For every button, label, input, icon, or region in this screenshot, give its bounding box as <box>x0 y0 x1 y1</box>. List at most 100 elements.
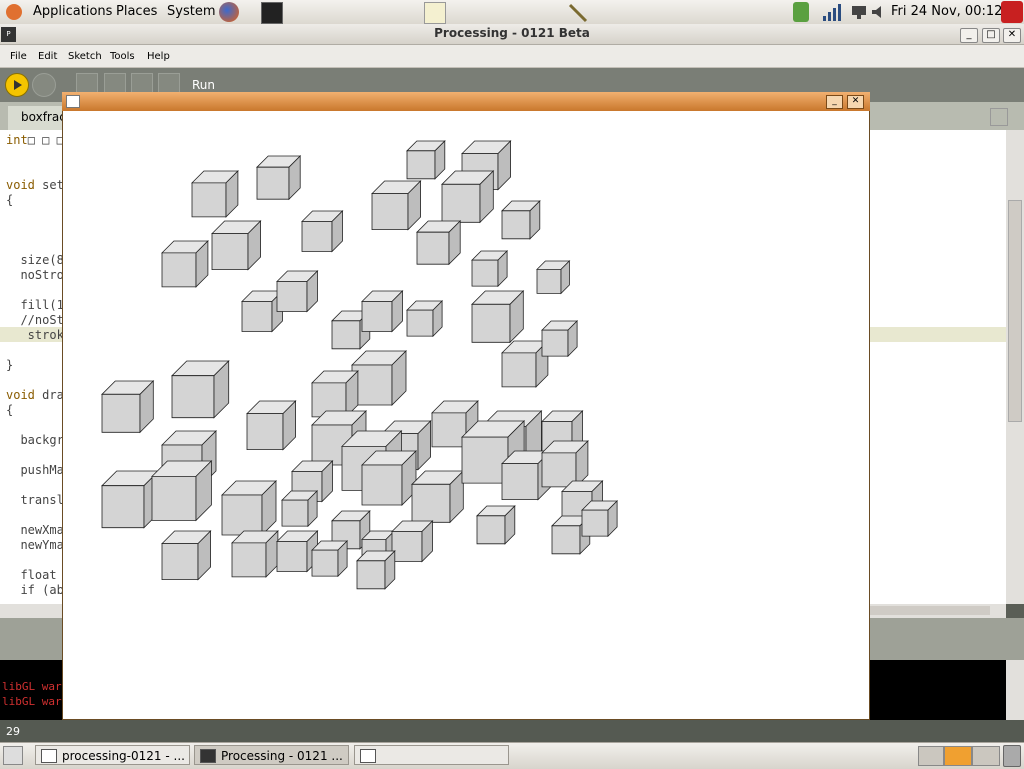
cube <box>356 550 396 590</box>
cube <box>161 240 209 288</box>
text-editor-icon[interactable] <box>424 2 446 24</box>
cube <box>221 480 277 536</box>
terminal-icon[interactable] <box>261 2 283 24</box>
cube <box>361 450 417 506</box>
task-label: Processing - 0121 ... <box>221 749 343 763</box>
code-text: size(8 <box>6 253 64 267</box>
cube <box>406 300 444 338</box>
applications-menu[interactable]: Applications <box>33 4 112 19</box>
window-title: Processing - 0121 Beta <box>434 26 590 40</box>
code-text: noStro <box>6 268 64 282</box>
sketch-window-icon <box>66 95 80 108</box>
system-menu[interactable]: System <box>167 4 215 19</box>
tab-menu-arrow-icon[interactable] <box>990 108 1008 126</box>
sketch-window-titlebar[interactable] <box>62 92 870 111</box>
cube <box>351 350 407 406</box>
task-processing[interactable]: Processing - 0121 ... <box>194 745 349 765</box>
firefox-icon[interactable] <box>219 2 239 22</box>
code-keyword: void <box>6 178 35 192</box>
code-line: //noSt <box>6 313 64 327</box>
code-text: //noSt <box>6 313 64 327</box>
cube <box>361 290 404 333</box>
cube <box>151 460 213 522</box>
code-line: { <box>6 193 13 207</box>
code-text: fill(1 <box>6 298 64 312</box>
workspace-1[interactable] <box>918 746 944 766</box>
menu-sketch[interactable]: Sketch <box>68 51 102 62</box>
window-task-icon <box>360 749 376 763</box>
menu-edit[interactable]: Edit <box>38 51 57 62</box>
cube <box>281 490 319 528</box>
sketch-minimize-button[interactable]: _ <box>826 95 843 109</box>
processing-task-icon <box>200 749 216 763</box>
places-menu[interactable]: Places <box>116 4 157 19</box>
line-number: 29 <box>6 725 20 738</box>
code-keyword: void <box>6 388 35 402</box>
task-label: processing-0121 - ... <box>62 749 185 763</box>
code-line: int□ □ □ <box>6 133 64 147</box>
cube <box>256 155 302 201</box>
power-icon[interactable] <box>1001 1 1023 23</box>
volume-icon[interactable] <box>869 2 889 22</box>
code-text: } <box>6 358 14 372</box>
cube <box>541 440 589 488</box>
console-scrollbar[interactable] <box>1006 660 1024 720</box>
code-text: backgr <box>6 433 64 447</box>
run-button[interactable] <box>5 73 29 97</box>
code-text: transl <box>6 493 64 507</box>
ubuntu-logo-icon[interactable] <box>6 4 22 20</box>
cube <box>536 260 571 295</box>
code-line: transl <box>6 493 64 507</box>
code-keyword: int <box>6 133 28 147</box>
cube <box>311 370 359 418</box>
console-line: libGL war <box>2 680 62 693</box>
cube <box>391 520 434 563</box>
cube <box>501 340 549 388</box>
editor-vertical-scrollbar[interactable] <box>1006 130 1024 604</box>
sketch-close-button[interactable]: ✕ <box>847 95 864 109</box>
code-line: void dra <box>6 388 64 402</box>
code-text: { <box>6 193 14 207</box>
task-terminal[interactable]: processing-0121 - ... <box>35 745 190 765</box>
code-text: { <box>6 403 14 417</box>
cube <box>406 140 446 180</box>
clock[interactable]: Fri 24 Nov, 00:12 <box>891 4 1002 19</box>
code-line: strok <box>6 328 64 342</box>
cube <box>581 500 619 538</box>
cube <box>231 530 279 578</box>
code-line: size(8 <box>6 253 64 267</box>
tab-label: boxfrac <box>21 110 66 124</box>
cube <box>246 400 297 451</box>
cube <box>411 470 465 524</box>
workspace-3[interactable] <box>972 746 1000 766</box>
menu-help[interactable]: Help <box>147 51 170 62</box>
menu-file[interactable]: File <box>10 51 27 62</box>
cube <box>501 200 541 240</box>
cube <box>161 530 212 581</box>
code-line: } <box>6 358 13 372</box>
cube <box>301 210 344 253</box>
cube <box>276 270 319 313</box>
cube <box>476 505 516 545</box>
stop-button[interactable] <box>32 73 56 97</box>
task-sketch[interactable] <box>354 745 509 765</box>
cube <box>471 250 509 288</box>
menu-tools[interactable]: Tools <box>110 51 135 62</box>
maximize-button[interactable]: □ <box>982 28 1000 43</box>
sketch-canvas[interactable] <box>62 111 868 719</box>
code-line: fill(1 <box>6 298 64 312</box>
console-line: libGL war <box>2 695 62 708</box>
trash-icon[interactable] <box>1003 745 1021 767</box>
cube <box>171 360 230 419</box>
terminal-task-icon <box>41 749 57 763</box>
code-line: float <box>6 568 56 582</box>
cube <box>311 540 349 578</box>
network-icon <box>849 2 869 22</box>
show-desktop-icon[interactable] <box>3 746 23 765</box>
tool-icon[interactable] <box>567 2 588 23</box>
minimize-button[interactable]: _ <box>960 28 978 43</box>
close-button[interactable]: ✕ <box>1003 28 1021 43</box>
code-text: □ □ □ <box>27 133 64 147</box>
code-line: { <box>6 403 13 417</box>
workspace-2[interactable] <box>944 746 972 766</box>
